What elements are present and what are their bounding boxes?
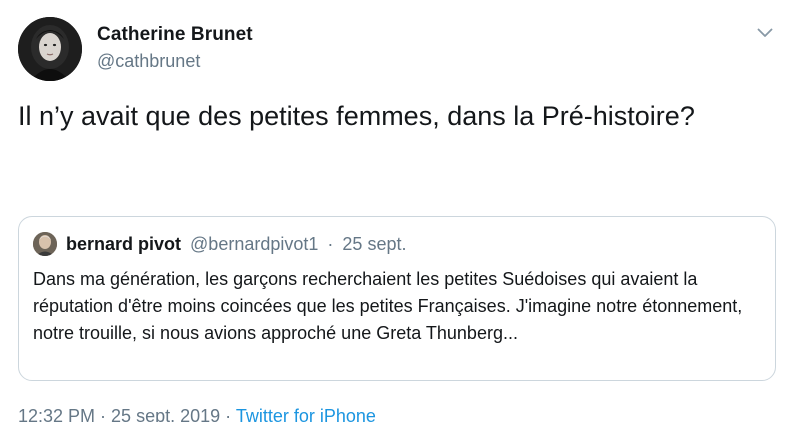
author-handle[interactable]: @cathbrunet: [97, 51, 200, 72]
quoted-tweet-header: bernard pivot @bernardpivot1 · 25 sept.: [66, 233, 406, 255]
quoted-author-avatar[interactable]: [33, 232, 57, 256]
quoted-tweet-date[interactable]: 25 sept.: [342, 234, 406, 254]
author-portrait-image: [18, 17, 82, 81]
footer-separator: ·: [225, 406, 232, 422]
author-display-name[interactable]: Catherine Brunet: [97, 24, 253, 46]
chevron-down-icon[interactable]: [752, 22, 778, 44]
quoted-author-name[interactable]: bernard pivot: [66, 234, 181, 254]
tweet-card: Catherine Brunet @cathbrunet Il n’y avai…: [0, 0, 796, 422]
tweet-text: Il n’y avait que des petites femmes, dan…: [18, 101, 695, 131]
tweet-footer: 12:32 PM · 25 sept. 2019 · Twitter for i…: [18, 406, 376, 422]
tweet-timestamp[interactable]: 12:32 PM · 25 sept. 2019: [18, 406, 220, 422]
quoted-author-handle[interactable]: @bernardpivot1: [190, 234, 318, 254]
quoted-author-portrait-image: [33, 232, 57, 256]
quoted-tweet[interactable]: bernard pivot @bernardpivot1 · 25 sept. …: [18, 216, 776, 381]
tweet-source-link[interactable]: Twitter for iPhone: [236, 406, 376, 422]
quoted-tweet-separator: ·: [327, 234, 334, 254]
quoted-tweet-text: Dans ma génération, les garçons recherch…: [33, 269, 743, 343]
author-avatar[interactable]: [18, 17, 82, 81]
